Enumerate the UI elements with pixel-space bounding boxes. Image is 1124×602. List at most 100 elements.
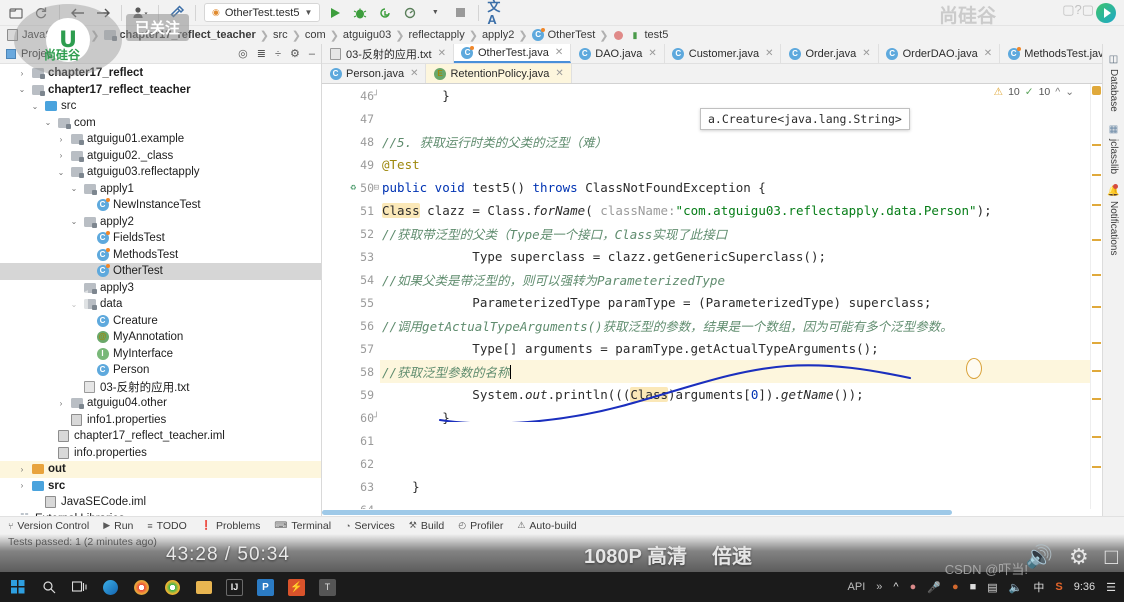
- editor-tab-othertest-java[interactable]: C OtherTest.java ✕: [453, 44, 572, 63]
- status-item-auto-build[interactable]: ⚠ Auto-build: [517, 520, 576, 532]
- scrollbar-thumb[interactable]: [322, 510, 952, 515]
- expand-all-icon[interactable]: ≣: [257, 47, 266, 60]
- tray-app-icon[interactable]: ●: [910, 581, 917, 593]
- code-line-59[interactable]: System. out .println(((Class)arguments[0])…: [380, 383, 1090, 406]
- breadcrumb-item-7[interactable]: C OtherTest: [532, 28, 595, 41]
- code-line-49[interactable]: @Test: [380, 153, 1090, 176]
- sogou-icon[interactable]: S: [1055, 581, 1062, 593]
- code-line-48[interactable]: //5. 获取运行时类的父类的泛型（难）: [380, 130, 1090, 153]
- search-icon[interactable]: [40, 579, 57, 596]
- editor-tab-person-java[interactable]: C Person.java ✕: [322, 64, 427, 83]
- quality-selector[interactable]: 1080P 高清: [584, 540, 687, 569]
- editor-tabs-row-1[interactable]: 03-反射的应用.txt ✕ C OtherTest.java ✕ C DAO.java ✕ C…: [322, 44, 1102, 64]
- display-icon[interactable]: ▤: [987, 581, 997, 594]
- chevron-up-icon[interactable]: ^: [1055, 86, 1060, 98]
- tray-expand-chevron[interactable]: »: [876, 581, 882, 593]
- chrome2-icon[interactable]: [164, 579, 181, 596]
- flash-icon[interactable]: ⚡: [288, 578, 305, 596]
- explorer-icon[interactable]: [195, 579, 212, 596]
- run-button[interactable]: [325, 3, 345, 23]
- close-icon[interactable]: ✕: [765, 48, 773, 59]
- code-fold-marker[interactable]: ┘: [374, 91, 379, 101]
- editor-tabs-row-2[interactable]: C Person.java ✕ E RetentionPolicy.java ✕: [322, 64, 1102, 84]
- sidebar-item-notifications[interactable]: 🔔 Notifications: [1107, 182, 1120, 259]
- prev-video-button[interactable]: ◀: [40, 0, 110, 602]
- breadcrumb-item-2[interactable]: src: [273, 29, 288, 41]
- status-item-terminal[interactable]: ⌨ Terminal: [274, 520, 331, 532]
- collapse-all-icon[interactable]: ÷: [275, 48, 281, 60]
- status-item-problems[interactable]: ❗ Problems: [201, 520, 261, 532]
- code-line-54[interactable]: //如果父类是带泛型的，则可以强转为ParameterizedType: [380, 268, 1090, 291]
- status-item-services[interactable]: ◔ Services: [345, 520, 395, 532]
- close-icon[interactable]: ✕: [984, 48, 992, 59]
- run-configuration-selector[interactable]: ◉ OtherTest.test5 ▼: [204, 3, 321, 22]
- chevron-down-icon[interactable]: ⌄: [1065, 86, 1074, 98]
- mic-icon[interactable]: 🎤: [927, 581, 941, 594]
- close-icon[interactable]: ✕: [438, 48, 446, 59]
- code-line-55[interactable]: ParameterizedType paramType = (Parameter…: [380, 291, 1090, 314]
- tree-expand-arrow[interactable]: ⌄: [30, 102, 40, 111]
- locate-icon[interactable]: ◎: [238, 47, 248, 60]
- close-icon[interactable]: ✕: [555, 47, 563, 58]
- edge-icon[interactable]: [102, 579, 119, 596]
- status-item-build[interactable]: ⚒ Build: [409, 520, 444, 532]
- next-video-button[interactable]: ▶: [110, 0, 180, 602]
- hide-icon[interactable]: –: [309, 48, 315, 60]
- profile-button[interactable]: [400, 3, 420, 23]
- editor-tab-dao-java[interactable]: C DAO.java ✕: [571, 44, 665, 63]
- code-line-58[interactable]: //获取泛型参数的名称: [380, 360, 1090, 383]
- sound-icon[interactable]: 🔈: [1009, 581, 1023, 594]
- horizontal-scrollbar[interactable]: [322, 509, 1102, 516]
- tree-expand-arrow[interactable]: ⌄: [17, 85, 27, 94]
- chevron-up-icon[interactable]: ^: [893, 581, 898, 593]
- ime-indicator[interactable]: 中: [1033, 579, 1044, 595]
- tree-expand-arrow[interactable]: ›: [17, 481, 27, 490]
- pycharm-icon[interactable]: P: [257, 578, 274, 596]
- fullscreen-icon[interactable]: □: [1105, 546, 1118, 568]
- speed-selector[interactable]: 倍速: [712, 540, 752, 569]
- code-line-56[interactable]: //调用getActualTypeArguments()获取泛型的参数，结果是一…: [380, 314, 1090, 337]
- code-line-50[interactable]: public void test5() throws ClassNotFound…: [380, 176, 1090, 199]
- code-fold-marker[interactable]: ⊟: [374, 183, 379, 193]
- debug-button[interactable]: [350, 3, 370, 23]
- close-icon[interactable]: ✕: [410, 68, 418, 79]
- notification-center-icon[interactable]: ☰: [1106, 581, 1116, 594]
- gear-icon[interactable]: ⚙: [1069, 546, 1089, 568]
- breadcrumb-item-6[interactable]: apply2: [482, 29, 514, 41]
- editor-tab-retentionpolicy-java[interactable]: E RetentionPolicy.java ✕: [426, 64, 572, 83]
- code-line-52[interactable]: //获取带泛型的父类（Type是一个接口，Class实现了此接口: [380, 222, 1090, 245]
- code-fold-marker[interactable]: ┘: [374, 413, 379, 423]
- record-icon[interactable]: ●: [952, 581, 959, 593]
- tree-expand-arrow[interactable]: ›: [17, 69, 27, 78]
- translate-icon[interactable]: 文A: [487, 0, 507, 26]
- intellij-icon[interactable]: IJ: [226, 578, 243, 596]
- inspection-widget[interactable]: ⚠ 10 ✓ 10 ^ ⌄: [994, 86, 1074, 98]
- editor-tab-03-txt[interactable]: 03-反射的应用.txt ✕: [322, 44, 454, 63]
- tree-expand-arrow[interactable]: ›: [30, 498, 40, 507]
- coverage-button[interactable]: [375, 3, 395, 23]
- close-icon[interactable]: ✕: [648, 48, 656, 59]
- close-icon[interactable]: ✕: [862, 48, 870, 59]
- taskview-icon[interactable]: [71, 579, 88, 596]
- sidebar-item-jclasslib[interactable]: ▦ jclasslib: [1108, 120, 1119, 178]
- code-line-46[interactable]: }: [380, 84, 1090, 107]
- sidebar-item-database[interactable]: ◫ Database: [1108, 50, 1119, 116]
- editor-tab-order-java[interactable]: C Order.java ✕: [781, 44, 879, 63]
- battery-icon[interactable]: ■: [970, 581, 977, 593]
- windows-icon[interactable]: [9, 579, 26, 596]
- code-line-53[interactable]: Type superclass = clazz.getGenericSuperc…: [380, 245, 1090, 268]
- run-test-gutter-icon[interactable]: ♻: [350, 182, 356, 193]
- taskbar-clock[interactable]: 9:36: [1074, 581, 1095, 593]
- volume-icon[interactable]: 🔊: [1026, 546, 1053, 568]
- status-item-profiler[interactable]: ◴ Profiler: [458, 520, 503, 532]
- tree-expand-arrow[interactable]: ›: [17, 465, 27, 474]
- breadcrumb-item-5[interactable]: reflectapply: [408, 29, 464, 41]
- editor-tab-customer-java[interactable]: C Customer.java ✕: [664, 44, 782, 63]
- chrome-icon[interactable]: [133, 579, 150, 596]
- settings-icon[interactable]: ⚙: [290, 47, 300, 60]
- editor-tab-orderdao-java[interactable]: C OrderDAO.java ✕: [878, 44, 1001, 63]
- breadcrumb-item-3[interactable]: com: [305, 29, 326, 41]
- editor-tab-methodstest-java[interactable]: CMethodsTest.java✕: [1000, 44, 1102, 63]
- breadcrumb-item-8[interactable]: ▮ test5: [612, 29, 668, 41]
- close-icon[interactable]: ✕: [555, 68, 563, 79]
